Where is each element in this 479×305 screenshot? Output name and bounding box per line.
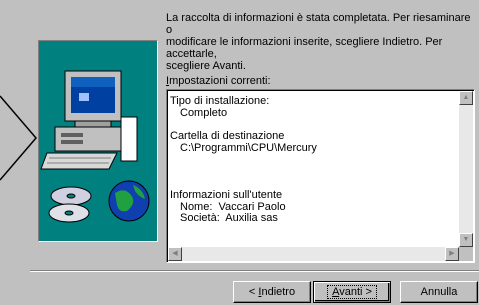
back-button[interactable]: < Indietro bbox=[233, 281, 311, 303]
settings-textbox[interactable]: Tipo di installazione: Completo Cartella… bbox=[166, 89, 475, 263]
next-button-focus: Avanti > bbox=[327, 285, 377, 299]
install-type-value: Completo bbox=[180, 106, 228, 119]
wizard-illustration bbox=[38, 40, 158, 242]
install-type-heading: Tipo di installazione: bbox=[170, 95, 270, 107]
scroll-right-icon[interactable]: ▶ bbox=[445, 247, 459, 261]
settings-label-rest: mpostazioni correnti: bbox=[169, 75, 271, 87]
vertical-scrollbar[interactable]: ▲ ▼ bbox=[459, 91, 473, 247]
scrollbar-corner bbox=[459, 247, 473, 261]
destination-heading: Cartella di destinazione bbox=[170, 130, 285, 142]
computer-cd-globe-icon bbox=[40, 70, 150, 223]
back-button-prefix: < bbox=[248, 286, 259, 298]
user-info-heading: Informazioni sull'utente bbox=[170, 189, 283, 201]
scroll-left-icon[interactable]: ◀ bbox=[168, 247, 182, 261]
back-button-rest: ndietro bbox=[261, 286, 296, 298]
user-company: Società: Auxilia sas bbox=[180, 212, 278, 224]
settings-content: Tipo di installazione: Completo Cartella… bbox=[170, 95, 455, 225]
intro-text: La raccolta di informazioni è stata comp… bbox=[166, 12, 471, 72]
scroll-up-icon[interactable]: ▲ bbox=[459, 91, 473, 105]
destination-value: C:\Programmi\CPU\Mercury bbox=[180, 141, 317, 154]
next-button-rest: vanti > bbox=[339, 286, 372, 298]
cancel-button[interactable]: Annulla bbox=[400, 281, 478, 303]
settings-label: Impostazioni correnti: bbox=[166, 75, 271, 87]
arrow-pointer-icon bbox=[0, 95, 37, 181]
scroll-down-icon[interactable]: ▼ bbox=[459, 233, 473, 247]
horizontal-scrollbar[interactable]: ◀ ▶ bbox=[168, 247, 459, 261]
footer-divider bbox=[30, 270, 479, 272]
next-button[interactable]: Avanti > bbox=[313, 281, 391, 303]
